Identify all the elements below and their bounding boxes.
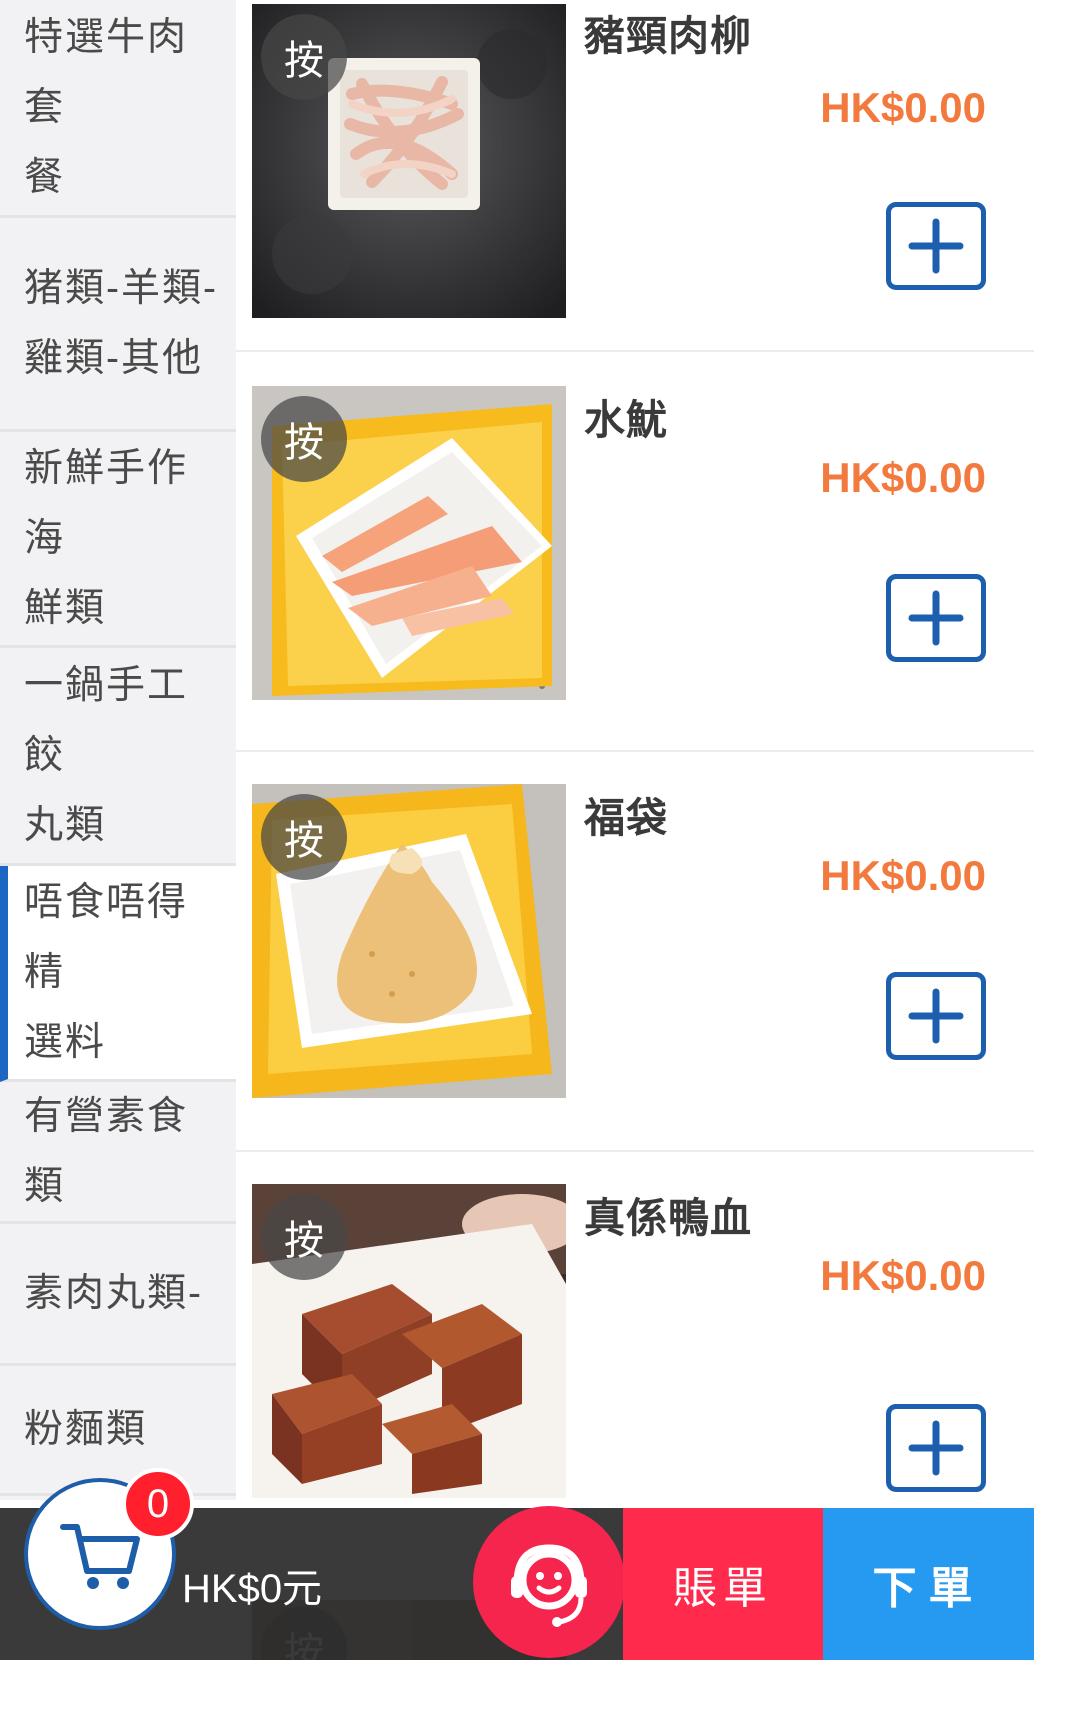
press-badge: 按 bbox=[261, 396, 347, 482]
category-label-line2: 雞類-其他 bbox=[24, 336, 203, 380]
category-label-line2: 餐 bbox=[24, 155, 66, 199]
customer-service-icon bbox=[511, 1544, 587, 1627]
cart-total: HK$0元 bbox=[182, 1567, 323, 1611]
category-item-veggie-meat-balls[interactable]: 素肉丸類- bbox=[0, 1224, 236, 1366]
plus-icon bbox=[908, 590, 964, 646]
category-item-dumplings-balls[interactable]: 一鍋手工餃 丸類 bbox=[0, 648, 236, 866]
category-label-line1: 猪類-羊類- bbox=[24, 266, 218, 310]
category-item-vegetarian[interactable]: 有營素食類 bbox=[0, 1082, 236, 1224]
product-price: HK$0.00 bbox=[820, 454, 986, 501]
product-name: 福袋 bbox=[584, 795, 668, 841]
product-item: 按 真係鴨血 HK$0.00 bbox=[236, 1152, 1034, 1500]
product-image-tofu-bag[interactable]: 按 bbox=[252, 784, 566, 1098]
product-item: 按 水魷 HK$0.00 bbox=[236, 352, 1034, 752]
category-label-line1: 粉麵類 bbox=[24, 1407, 148, 1451]
cart-count-badge: 0 bbox=[122, 1468, 194, 1540]
bill-button[interactable]: 賬單 bbox=[623, 1508, 823, 1660]
category-label-line2: 鮮類 bbox=[24, 586, 107, 630]
add-button[interactable] bbox=[886, 202, 986, 290]
product-price: HK$0.00 bbox=[820, 84, 986, 131]
plus-icon bbox=[908, 988, 964, 1044]
product-list: 按 豬頸肉柳 HK$0.00 按 水魷 HK$0.00 按 福袋 HK$0.00… bbox=[236, 0, 1034, 1500]
add-button[interactable] bbox=[886, 574, 986, 662]
add-button[interactable] bbox=[886, 1404, 986, 1492]
category-item-seafood[interactable]: 新鮮手作海 鮮類 bbox=[0, 432, 236, 648]
category-item-selected-ingredients[interactable]: 唔食唔得精 選料 bbox=[0, 866, 236, 1082]
product-name: 豬頸肉柳 bbox=[584, 13, 752, 59]
press-badge: 按 bbox=[261, 794, 347, 880]
product-image-duck-blood[interactable]: 按 bbox=[252, 1184, 566, 1498]
category-label-line1: 特選牛肉套 bbox=[24, 15, 189, 129]
product-name: 水魷 bbox=[584, 397, 668, 443]
category-item-pork-lamb-chicken[interactable]: 猪類-羊類- 雞類-其他 bbox=[0, 218, 236, 432]
press-badge: 按 bbox=[261, 1194, 347, 1280]
add-button[interactable] bbox=[886, 972, 986, 1060]
category-label-line2: 選料 bbox=[24, 1020, 107, 1064]
category-label-line1: 有營素食類 bbox=[24, 1094, 189, 1208]
product-image-squid[interactable]: 按 bbox=[252, 386, 566, 700]
category-label-line1: 新鮮手作海 bbox=[24, 446, 189, 560]
category-label-line2: 丸類 bbox=[24, 803, 107, 847]
category-label-line1: 一鍋手工餃 bbox=[24, 663, 189, 777]
plus-icon bbox=[908, 218, 964, 274]
product-price: HK$0.00 bbox=[820, 1252, 986, 1299]
product-price: HK$0.00 bbox=[820, 852, 986, 899]
product-image-pork-neck[interactable]: 按 bbox=[252, 4, 566, 318]
category-sidebar: 特選牛肉套餐 猪類-羊類- 雞類-其他 新鮮手作海鮮類 一鍋手工餃丸類 唔食唔得精… bbox=[0, 0, 236, 1500]
product-item: 按 福袋 HK$0.00 bbox=[236, 752, 1034, 1152]
product-name: 真係鴨血 bbox=[584, 1195, 752, 1241]
category-label-line1: 唔食唔得精 bbox=[24, 880, 189, 994]
press-badge: 按 bbox=[261, 14, 347, 100]
category-item-noodles[interactable]: 粉麵類 bbox=[0, 1366, 236, 1496]
product-item: 按 豬頸肉柳 HK$0.00 bbox=[236, 0, 1034, 352]
place-order-button[interactable]: 下單 bbox=[823, 1508, 1034, 1660]
plus-icon bbox=[908, 1420, 964, 1476]
category-item-beef-set[interactable]: 特選牛肉套餐 bbox=[0, 0, 236, 218]
customer-service-button[interactable] bbox=[473, 1506, 625, 1658]
category-label-line1: 素肉丸類- bbox=[24, 1271, 203, 1315]
